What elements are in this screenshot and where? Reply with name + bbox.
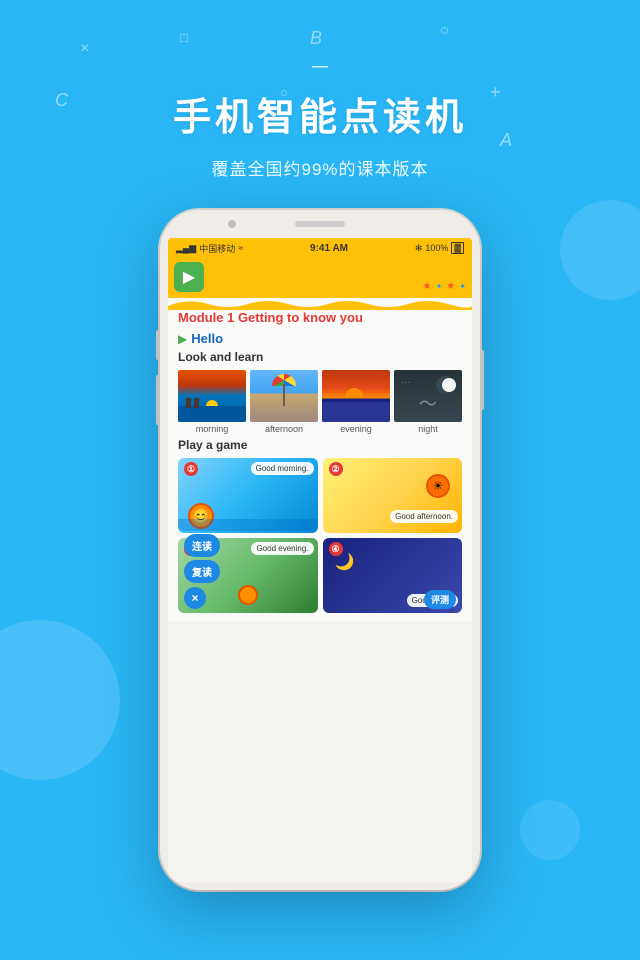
game-item-2[interactable]: ② Good afternoon. ☀ — [323, 458, 463, 533]
img-item-afternoon[interactable]: afternoon — [250, 370, 318, 434]
phone-outer: ▂▄▆ 中国移动 ≈ 9:41 AM ✻ 100% ▓ ▶ ★ ✦ — [160, 210, 480, 890]
play-icon: ▶ — [178, 332, 187, 346]
star-4: ✦ — [459, 282, 466, 291]
bluetooth-icon: ✻ — [415, 243, 423, 254]
header-area: － 手机智能点读机 覆盖全国约99%的课本版本 — [0, 50, 640, 180]
play-game-title: Play a game — [178, 438, 462, 452]
phone-speaker — [295, 221, 345, 227]
phone-side-btn-power — [480, 350, 484, 410]
game-num-2: ② — [329, 462, 343, 476]
image-grid: morning afternoon — [178, 370, 462, 434]
liangu-button[interactable]: 连读 — [184, 534, 220, 557]
module-title: Module 1 Getting to know you — [178, 310, 462, 325]
header-stars: ★ ✦ ★ ✦ — [423, 281, 466, 292]
battery-text: 100% — [425, 243, 448, 253]
fudu-button[interactable]: 复读 — [184, 560, 220, 583]
star-1: ★ — [423, 281, 432, 292]
bg-circle-1 — [0, 620, 120, 780]
phone-screen: ▂▄▆ 中国移动 ≈ 9:41 AM ✻ 100% ▓ ▶ ★ ✦ — [168, 238, 472, 882]
status-time: 9:41 AM — [310, 243, 348, 254]
battery-icon: ▓ — [451, 242, 464, 254]
label-night: night — [394, 424, 462, 434]
star-3: ★ — [446, 281, 455, 292]
label-evening: evening — [322, 424, 390, 434]
bg-circle-2 — [560, 200, 640, 300]
speech-3: Good evening. — [251, 542, 313, 555]
deco-circle: ○ — [440, 22, 449, 39]
phone-mockup: ▂▄▆ 中国移动 ≈ 9:41 AM ✻ 100% ▓ ▶ ★ ✦ — [160, 210, 480, 890]
yellow-header: ▶ ★ ✦ ★ ✦ — [168, 258, 472, 298]
label-morning: morning — [178, 424, 246, 434]
floating-buttons: 连读 复读 — [184, 534, 220, 583]
status-bar: ▂▄▆ 中国移动 ≈ 9:41 AM ✻ 100% ▓ — [168, 238, 472, 258]
star-2: ✦ — [436, 282, 443, 291]
pingce-button[interactable]: 评测 — [424, 590, 456, 609]
img-item-morning[interactable]: morning — [178, 370, 246, 434]
status-right: ✻ 100% ▓ — [415, 242, 464, 254]
phone-camera — [228, 220, 236, 228]
app-title: 手机智能点读机 — [0, 86, 640, 141]
img-evening — [322, 370, 390, 422]
status-left: ▂▄▆ 中国移动 ≈ — [176, 242, 243, 255]
img-morning — [178, 370, 246, 422]
deco-square: □ — [180, 30, 188, 45]
content-area: Module 1 Getting to know you ▶ Hello Loo… — [168, 298, 472, 621]
speech-1: Good morning. — [251, 462, 314, 475]
carrier-name: 中国移动 — [199, 242, 235, 255]
close-button[interactable]: × — [184, 587, 206, 609]
game-num-1: ① — [184, 462, 198, 476]
app-subtitle: 覆盖全国约99%的课本版本 — [0, 155, 640, 180]
app-logo: ▶ — [174, 262, 204, 292]
deco-b: B — [310, 28, 322, 49]
img-night: · · · ～ — [394, 370, 462, 422]
hello-text: Hello — [191, 331, 223, 346]
speech-2: Good afternoon. — [390, 510, 458, 523]
game-grid: ① Good morning. 😊 ② Good afternoon. ☀ — [178, 458, 462, 613]
phone-top — [160, 210, 480, 238]
label-afternoon: afternoon — [250, 424, 318, 434]
wifi-icon: ≈ — [238, 243, 243, 253]
bg-circle-3 — [520, 800, 580, 860]
img-item-night[interactable]: · · · ～ night — [394, 370, 462, 434]
img-item-evening[interactable]: evening — [322, 370, 390, 434]
img-afternoon — [250, 370, 318, 422]
signal-icon: ▂▄▆ — [176, 243, 196, 254]
hello-section[interactable]: ▶ Hello — [178, 331, 462, 346]
wave-decoration — [168, 298, 472, 310]
game-item-1[interactable]: ① Good morning. 😊 — [178, 458, 318, 533]
look-and-learn-title: Look and learn — [178, 350, 462, 364]
header-dash: － — [0, 50, 640, 82]
